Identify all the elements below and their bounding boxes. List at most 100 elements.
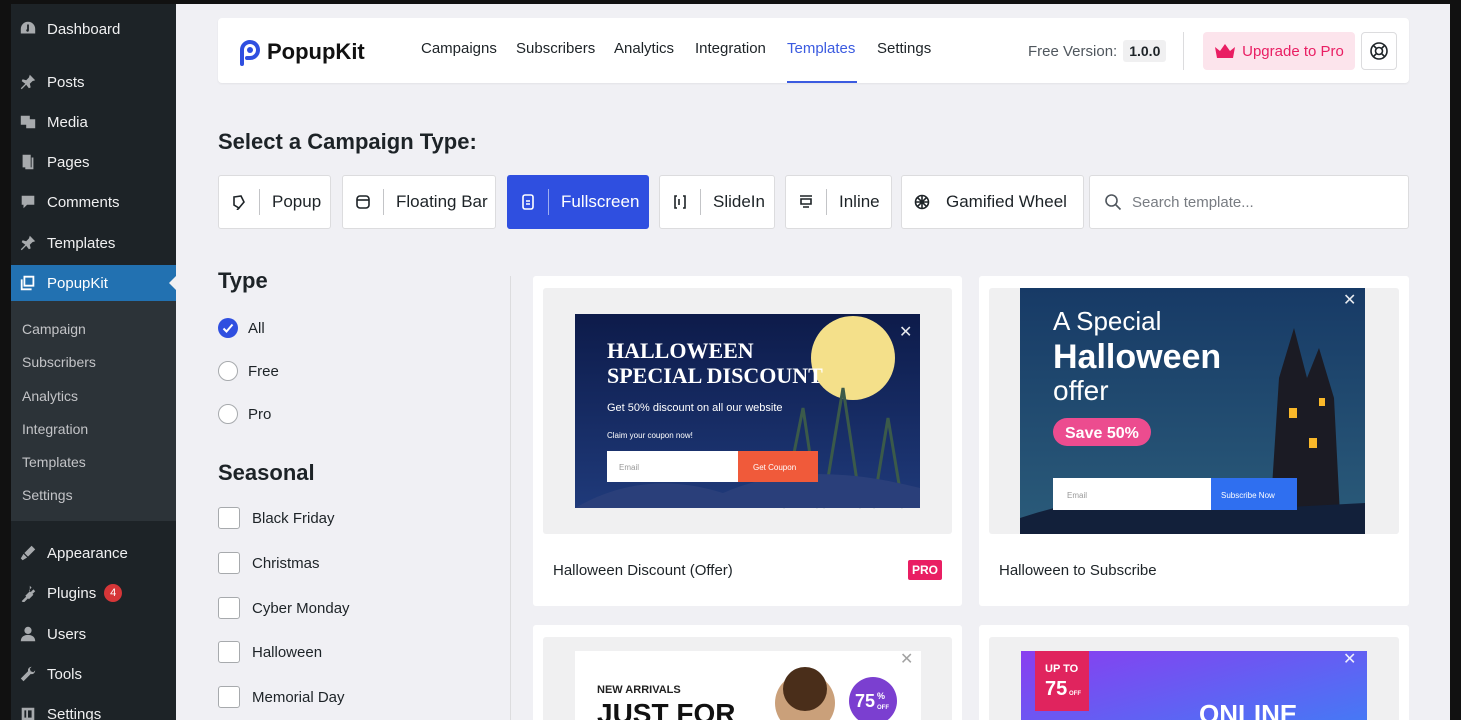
checkbox-label: Cyber Monday [252,599,350,617]
preview-headline-1: HALLOWEEN [607,338,754,363]
type-radio-all[interactable]: All [218,318,265,338]
popupkit-logo[interactable]: PopupKit [238,38,365,66]
search-input[interactable] [1132,193,1392,211]
pin-icon [19,73,37,91]
radio-checked[interactable] [218,318,238,338]
crown-icon [1215,44,1236,58]
divider [700,189,701,215]
submenu-campaign[interactable]: Campaign [22,321,86,337]
type-filter-heading: Type [218,268,268,293]
plugins-icon [19,584,37,602]
campaign-type-inline[interactable]: Inline [785,175,892,229]
template-card[interactable]: A Special Halloween offer Save 50% Email… [979,276,1409,606]
sidebar-item-label: Tools [47,665,83,683]
template-card[interactable]: UP TO 75 OFF ONLINE ✕ [979,625,1409,720]
nav-settings[interactable]: Settings [877,40,931,57]
template-search [1089,175,1409,229]
divider [826,189,827,215]
comments-icon [19,193,37,211]
submenu-subscribers[interactable]: Subscribers [22,354,96,370]
preview-button: Get Coupon [753,463,796,472]
seasonal-checkbox-memorial-day[interactable]: Memorial Day [218,686,345,708]
main-content: PopupKit Campaigns Subscribers Analytics… [176,4,1450,720]
preview-pct: 75 [1045,678,1067,700]
campaign-type-label: Popup [272,192,322,211]
seasonal-checkbox-black-friday[interactable]: Black Friday [218,507,335,529]
preview-button: Subscribe Now [1221,491,1275,500]
nav-analytics[interactable]: Analytics [614,40,674,57]
campaign-type-floating-bar[interactable]: Floating Bar [342,175,496,229]
campaign-type-label: Fullscreen [561,192,640,211]
lifebuoy-icon [1370,42,1388,60]
seasonal-checkbox-christmas[interactable]: Christmas [218,552,320,574]
campaign-type-popup[interactable]: Popup [218,175,331,229]
help-button[interactable] [1361,32,1397,70]
checkbox[interactable] [218,552,240,574]
template-card[interactable]: NEW ARRIVALS JUST FOR 75 % OFF ✕ [533,625,962,720]
sidebar-item-plugins[interactable]: Plugins 4 [11,575,176,611]
upgrade-to-pro-button[interactable]: Upgrade to Pro [1203,32,1355,70]
sidebar-item-tools[interactable]: Tools [11,656,176,692]
close-icon: ✕ [899,324,913,341]
campaign-type-fullscreen[interactable]: Fullscreen [507,175,649,229]
sidebar-item-label: Posts [47,73,85,91]
template-title: Halloween Discount (Offer) [553,562,733,579]
sidebar-item-comments[interactable]: Comments [11,184,176,220]
checkbox-label: Christmas [252,554,320,572]
sidebar-item-pages[interactable]: Pages [11,144,176,180]
template-preview[interactable]: HALLOWEEN SPECIAL DISCOUNT Get 50% disco… [543,288,952,534]
media-icon [19,113,37,131]
radio-label: Pro [248,405,272,423]
submenu-analytics[interactable]: Analytics [22,388,78,404]
sidebar-item-popupkit[interactable]: PopupKit [11,265,176,301]
campaign-type-gamified-wheel[interactable]: Gamified Wheel [901,175,1084,229]
sidebar-item-posts[interactable]: Posts [11,64,176,100]
halloween-discount-preview: HALLOWEEN SPECIAL DISCOUNT Get 50% disco… [575,314,920,509]
sidebar-item-dashboard[interactable]: Dashboard [11,11,176,47]
checkbox[interactable] [218,686,240,708]
checkbox-label: Black Friday [252,509,335,527]
sidebar-item-appearance[interactable]: Appearance [11,535,176,571]
search-icon [1105,194,1122,211]
template-preview[interactable]: NEW ARRIVALS JUST FOR 75 % OFF ✕ [543,637,952,720]
preview-kicker: NEW ARRIVALS [597,684,681,696]
version-value: 1.0.0 [1123,40,1167,62]
type-radio-free[interactable]: Free [218,361,279,381]
sidebar-item-settings[interactable]: Settings [11,696,176,720]
nav-integration[interactable]: Integration [695,40,766,57]
active-nav-indicator [787,81,857,83]
radio-label: All [248,319,265,337]
sidebar-item-media[interactable]: Media [11,104,176,140]
template-preview[interactable]: A Special Halloween offer Save 50% Email… [989,288,1399,534]
appearance-icon [19,544,37,562]
submenu-integration[interactable]: Integration [22,421,88,437]
campaign-type-slidein[interactable]: SlideIn [659,175,775,229]
sidebar-item-users[interactable]: Users [11,616,176,652]
new-arrivals-preview: NEW ARRIVALS JUST FOR 75 % OFF [575,651,921,720]
template-card[interactable]: HALLOWEEN SPECIAL DISCOUNT Get 50% disco… [533,276,962,606]
preview-pct-sign: % [877,691,885,701]
checkbox[interactable] [218,597,240,619]
seasonal-checkbox-halloween[interactable]: Halloween [218,641,322,663]
checkbox[interactable] [218,641,240,663]
nav-subscribers[interactable]: Subscribers [516,40,595,57]
preview-email: Email [619,463,639,472]
nav-campaigns[interactable]: Campaigns [421,40,497,57]
submenu-templates[interactable]: Templates [22,454,86,470]
close-icon: ✕ [1343,651,1357,668]
wheel-icon [902,194,942,210]
settings-icon [19,705,37,720]
checkbox[interactable] [218,507,240,529]
radio-unchecked[interactable] [218,404,238,424]
page-heading: Select a Campaign Type: [218,129,477,154]
inline-icon [786,194,826,210]
popupkit-submenu: Campaign Subscribers Analytics Integrati… [11,301,176,521]
radio-unchecked[interactable] [218,361,238,381]
template-preview[interactable]: UP TO 75 OFF ONLINE ✕ [989,637,1399,720]
preview-headline: JUST FOR [597,698,735,720]
type-radio-pro[interactable]: Pro [218,404,271,424]
submenu-settings[interactable]: Settings [22,487,73,503]
seasonal-checkbox-cyber-monday[interactable]: Cyber Monday [218,597,350,619]
nav-templates[interactable]: Templates [787,40,855,57]
sidebar-item-templates[interactable]: Templates [11,225,176,261]
